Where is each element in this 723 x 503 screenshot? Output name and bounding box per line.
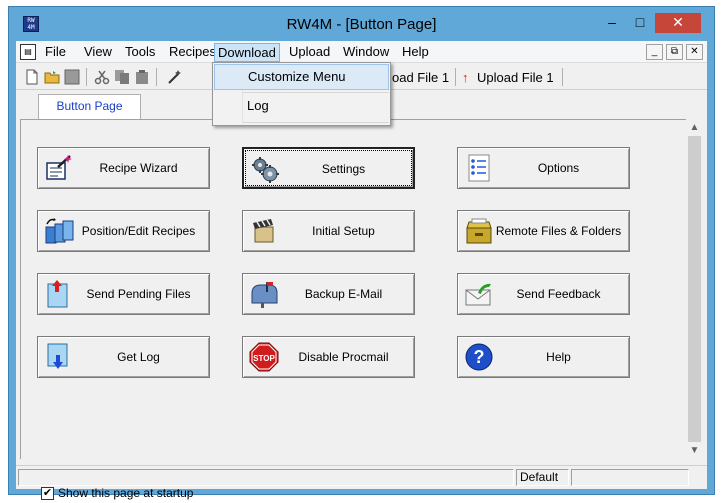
send-pending-icon — [47, 280, 68, 308]
button-label: Recipe Wizard — [99, 161, 178, 175]
paste-icon[interactable] — [134, 69, 150, 85]
mdi-restore-button[interactable]: ⧉ — [666, 44, 683, 60]
download-dropdown-menu: Customize Menu Log — [212, 62, 391, 126]
wand-icon[interactable] — [166, 69, 182, 85]
button-label: Options — [537, 161, 580, 175]
mdi-document-icon[interactable]: ▤ — [20, 44, 36, 60]
menu-tools[interactable]: Tools — [122, 44, 158, 61]
send-feedback-button[interactable]: Send Feedback — [457, 273, 630, 315]
recipe-wizard-icon — [46, 155, 72, 180]
menu-file[interactable]: File — [42, 44, 69, 61]
menu-separator — [243, 92, 389, 93]
title-bar[interactable]: RW 4M RW4M - [Button Page] – □ ✕ — [9, 7, 714, 41]
menu-help[interactable]: Help — [399, 44, 432, 61]
vertical-scrollbar[interactable]: ▲ ▼ — [686, 119, 703, 459]
menu-item-customize-menu[interactable]: Customize Menu — [214, 64, 389, 90]
scroll-down-icon[interactable]: ▼ — [686, 442, 703, 459]
send-pending-files-button[interactable]: Send Pending Files — [37, 273, 210, 315]
button-label: Settings — [321, 162, 366, 176]
button-label: Help — [546, 350, 571, 364]
minimize-button[interactable]: – — [599, 13, 625, 33]
button-label: Position/Edit Recipes — [81, 224, 196, 238]
mdi-close-button[interactable]: ✕ — [686, 44, 703, 60]
toolbar-separator — [156, 68, 157, 86]
menu-download[interactable]: Download — [214, 43, 280, 62]
download-file-1-button[interactable]: oad File 1 — [392, 69, 449, 86]
save-icon[interactable] — [64, 69, 80, 85]
initial-setup-button[interactable]: Initial Setup — [242, 210, 415, 252]
maximize-button[interactable]: □ — [627, 13, 653, 33]
upload-arrow-icon[interactable]: ↑ — [462, 69, 469, 86]
mailbox-icon — [251, 282, 278, 308]
status-message — [18, 469, 514, 486]
options-button[interactable]: Options — [457, 147, 630, 189]
remote-files-folders-button[interactable]: Remote Files & Folders — [457, 210, 630, 252]
settings-gears-icon — [252, 157, 279, 183]
feedback-envelope-icon — [465, 283, 491, 306]
backup-email-button[interactable]: Backup E-Mail — [242, 273, 415, 315]
menu-upload[interactable]: Upload — [286, 44, 333, 61]
open-folder-icon[interactable] — [44, 69, 60, 85]
status-extra — [571, 469, 689, 486]
position-edit-icon — [45, 218, 74, 244]
show-at-startup-checkbox[interactable]: ✔ — [41, 487, 54, 500]
help-question-icon: ? — [465, 343, 493, 371]
mdi-minimize-button[interactable]: _ — [646, 44, 663, 60]
get-log-icon — [47, 343, 68, 369]
toolbar-separator — [455, 68, 456, 86]
tab-button-page[interactable]: Button Page — [38, 94, 141, 119]
menu-separator — [243, 122, 389, 123]
menu-bar: ▤ File View Tools Recipes Download Uploa… — [16, 41, 707, 63]
button-label: Backup E-Mail — [304, 287, 383, 301]
stop-sign-icon: STOP — [249, 342, 279, 372]
status-bar: Default — [16, 465, 707, 487]
help-button[interactable]: ? Help — [457, 336, 630, 378]
button-label: Disable Procmail — [298, 350, 389, 364]
menu-recipes[interactable]: Recipes — [166, 44, 219, 61]
copy-icon[interactable] — [114, 69, 130, 85]
button-label: Remote Files & Folders — [495, 224, 622, 238]
button-label: Send Feedback — [516, 287, 601, 301]
disable-procmail-button[interactable]: STOP Disable Procmail — [242, 336, 415, 378]
menu-item-log[interactable]: Log — [214, 94, 389, 120]
menu-window[interactable]: Window — [340, 44, 392, 61]
button-label: Get Log — [117, 350, 160, 364]
show-at-startup-label: Show this page at startup — [58, 486, 194, 500]
new-document-icon[interactable] — [24, 69, 40, 85]
file-drawer-icon — [466, 218, 492, 244]
close-button[interactable]: ✕ — [655, 13, 701, 33]
options-list-icon — [468, 154, 490, 182]
svg-text:?: ? — [474, 347, 485, 367]
cut-icon[interactable] — [94, 69, 110, 85]
status-profile: Default — [516, 469, 569, 486]
toolbar-separator — [562, 68, 563, 86]
button-label: Initial Setup — [312, 224, 375, 238]
upload-file-1-button[interactable]: Upload File 1 — [477, 69, 554, 86]
menu-view[interactable]: View — [81, 44, 115, 61]
clapperboard-icon — [253, 219, 274, 243]
button-label: Send Pending Files — [86, 287, 191, 301]
button-page-panel: softpedia Recipe Wizard Settings Options… — [20, 119, 690, 500]
toolbar-separator — [86, 68, 87, 86]
svg-text:STOP: STOP — [253, 354, 275, 363]
scroll-up-icon[interactable]: ▲ — [686, 119, 703, 136]
scroll-thumb[interactable] — [688, 136, 701, 442]
recipe-wizard-button[interactable]: Recipe Wizard — [37, 147, 210, 189]
get-log-button[interactable]: Get Log — [37, 336, 210, 378]
settings-button[interactable]: Settings — [242, 147, 415, 189]
position-edit-recipes-button[interactable]: Position/Edit Recipes — [37, 210, 210, 252]
